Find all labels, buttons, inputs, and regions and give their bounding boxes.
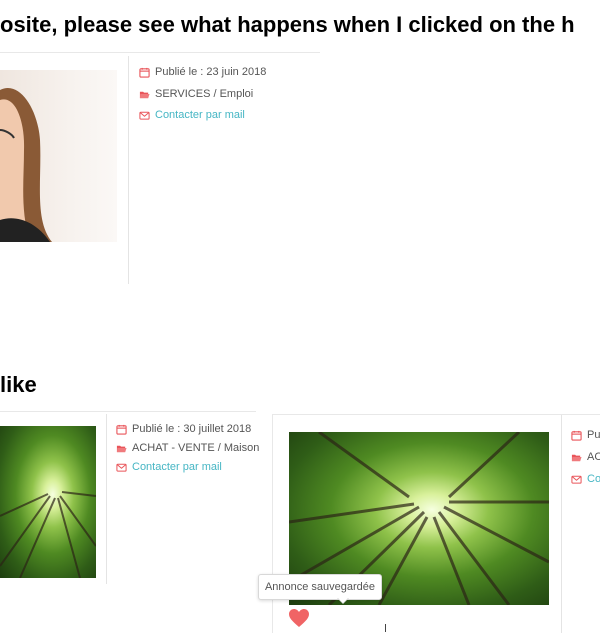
listing-card-2: Publié le : 30 juillet 2018 ACHAT - VENT… bbox=[0, 414, 259, 584]
calendar-icon bbox=[139, 67, 150, 78]
card-divider bbox=[0, 411, 256, 412]
publish-date: Pu bbox=[571, 429, 600, 441]
category-text: ACHAT - VENTE / Maison bbox=[132, 442, 260, 454]
listing-photo-forest[interactable] bbox=[0, 426, 96, 578]
contact-link[interactable]: Contacter par mail bbox=[139, 109, 245, 121]
envelope-icon bbox=[571, 474, 582, 485]
folder-icon bbox=[139, 89, 150, 100]
saved-tooltip: Annonce sauvegardée bbox=[258, 574, 382, 600]
category: AC bbox=[571, 451, 600, 463]
contact-link-text[interactable]: Contacter par mail bbox=[155, 109, 245, 121]
category: SERVICES / Emploi bbox=[139, 88, 253, 100]
listing-card-1: Publié le : 23 juin 2018 SERVICES / Empl… bbox=[0, 56, 320, 284]
question-heading: osite, please see what happens when I cl… bbox=[0, 12, 575, 37]
category-text: SERVICES / Emploi bbox=[155, 88, 254, 100]
listing-meta-column: Publié le : 30 juillet 2018 ACHAT - VENT… bbox=[106, 414, 259, 584]
forest-trunks bbox=[0, 491, 96, 578]
publish-date-text: Publié le : 30 juillet 2018 bbox=[132, 423, 252, 435]
folder-icon bbox=[116, 443, 127, 454]
envelope-icon bbox=[116, 462, 127, 473]
calendar-icon bbox=[116, 424, 127, 435]
heart-icon[interactable] bbox=[288, 608, 310, 628]
portrait-image bbox=[0, 88, 52, 242]
calendar-icon bbox=[571, 430, 582, 441]
like-heading: like bbox=[0, 372, 37, 397]
cursor-mark bbox=[385, 624, 386, 632]
listing-card-3: Pu AC Co bbox=[272, 414, 600, 633]
publish-date-text: Pu bbox=[587, 429, 600, 441]
contact-link-text[interactable]: Contacter par mail bbox=[132, 461, 222, 473]
publish-date-text: Publié le : 23 juin 2018 bbox=[155, 66, 267, 78]
listing-photo-portrait[interactable] bbox=[0, 70, 117, 242]
listing-meta-column: Publié le : 23 juin 2018 SERVICES / Empl… bbox=[128, 56, 319, 284]
listing-meta-column: Pu AC Co bbox=[561, 415, 600, 633]
publish-date: Publié le : 23 juin 2018 bbox=[139, 66, 266, 78]
category-text: AC bbox=[587, 451, 600, 463]
publish-date: Publié le : 30 juillet 2018 bbox=[116, 423, 251, 435]
envelope-icon bbox=[139, 110, 150, 121]
category: ACHAT - VENTE / Maison bbox=[116, 442, 259, 454]
contact-link[interactable]: Contacter par mail bbox=[116, 461, 222, 473]
tooltip-arrow bbox=[337, 597, 349, 603]
contact-link[interactable]: Co bbox=[571, 473, 600, 485]
contact-link-text[interactable]: Co bbox=[587, 473, 600, 485]
card-divider bbox=[0, 52, 320, 53]
folder-icon bbox=[571, 452, 582, 463]
